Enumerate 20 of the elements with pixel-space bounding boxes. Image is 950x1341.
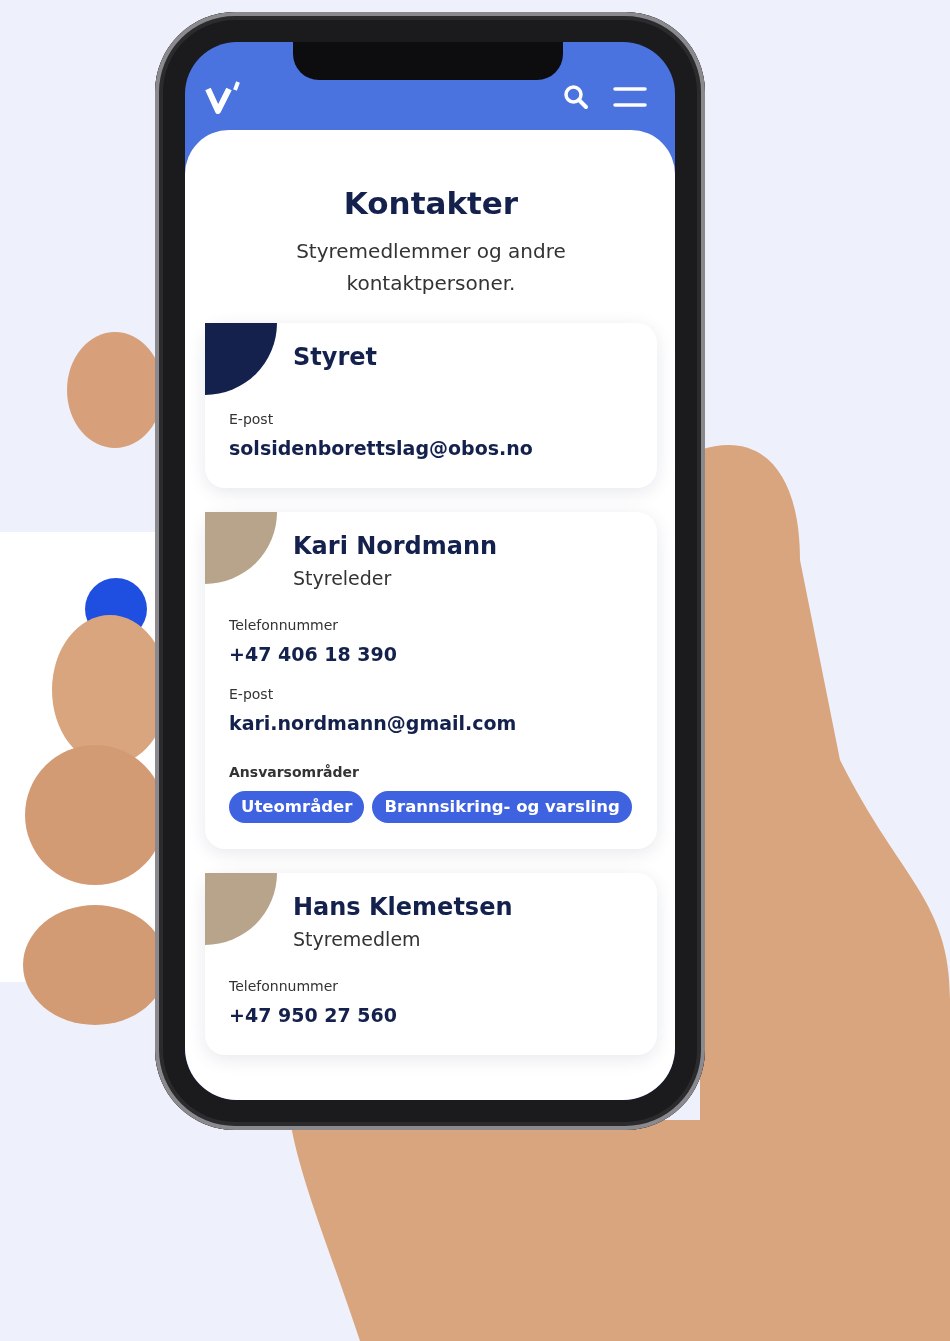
menu-icon[interactable] [613,86,647,108]
area-tag: Brannsikring- og varsling [372,790,632,824]
contact-name: Styret [293,341,377,373]
page-subtitle: Styremedlemmer og andre kontaktpersoner. [295,237,567,297]
search-icon[interactable] [563,84,589,110]
contact-name: Kari Nordmann [293,531,498,562]
page-title: Kontakter [342,184,520,223]
field-label: Telefonnummer [229,615,340,635]
field-label: E-post [229,409,275,429]
field-label: E-post [229,685,275,704]
area-tag: Uteområder [229,790,365,824]
contact-role: Styreleder [293,566,393,591]
contact-role: Styremedlem [293,927,422,953]
field-value: +47 950 27 560 [229,1002,398,1028]
contact-name: Hans Klemetsen [293,892,513,924]
field-value: solsidenborettslag@obos.no [229,435,534,461]
field-label: Telefonnummer [229,976,340,996]
field-value: kari.nordmann@gmail.com [229,711,518,736]
field-label: Ansvarsområder [229,762,360,782]
field-value: +47 406 18 390 [229,641,398,667]
